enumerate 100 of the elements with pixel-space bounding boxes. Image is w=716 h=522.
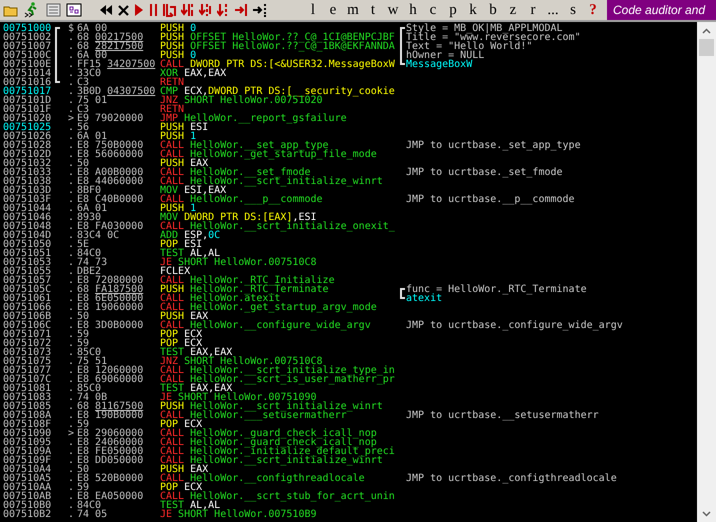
letter-button[interactable]: m [343, 1, 363, 19]
help-button[interactable]: ? [583, 1, 603, 19]
letter-button[interactable]: h [403, 1, 423, 19]
hex-cell-text: 6A 01 [77, 204, 108, 213]
row-marker: . [68, 222, 74, 231]
row-marker: . [68, 465, 74, 474]
row-marker: . [68, 348, 74, 357]
letter-button[interactable]: ... [543, 1, 563, 19]
comment-cell: MessageBoxW [406, 60, 472, 69]
instruction-cell-text: CALL HelloWor._get_startup_file_mode [160, 150, 378, 159]
address-cell-text: 00751020 [2, 114, 52, 123]
close-icon[interactable] [118, 4, 129, 16]
instruction-cell-text: CALL HelloWor.___p__commode [160, 195, 324, 204]
letter-button[interactable]: b [483, 1, 503, 19]
instruction-cell-text: CMP ECX,DWORD PTR DS:[__security_cookie [160, 87, 396, 96]
row-marker: . [68, 231, 74, 240]
letter-button[interactable]: r [523, 1, 543, 19]
row-marker: . [68, 33, 74, 42]
hex-cell-text: E8 C40B0000 [77, 195, 144, 204]
address-cell-text: 007510A5 [2, 474, 52, 483]
letter-button[interactable]: t [363, 1, 383, 19]
row-marker: . [68, 123, 74, 132]
row-marker: . [68, 249, 74, 258]
letter-button[interactable]: c [423, 1, 443, 19]
row-marker: . [68, 420, 74, 429]
instruction-cell-text: ADD ESP,0C [160, 231, 220, 240]
row-marker: . [68, 483, 74, 492]
step-icon[interactable] [217, 4, 230, 16]
address-cell-text: 00751017 [2, 87, 52, 96]
instruction-cell-text: JE SHORT HelloWor.00751090 [160, 393, 317, 402]
instruction-cell-text: CALL HelloWor.atexit [160, 294, 280, 303]
row-marker: . [68, 357, 74, 366]
address-cell-text: 00751026 [2, 132, 52, 141]
step-icon[interactable] [181, 4, 194, 16]
row-marker: . [68, 402, 74, 411]
hex-cell-text: E9 79020000 [77, 114, 144, 123]
address-cell-text: 00751066 [2, 303, 52, 312]
window-icon[interactable] [46, 3, 61, 17]
row-marker: . [68, 159, 74, 168]
instruction-cell-text: CALL HelloWor.__set_app_type [160, 141, 329, 150]
address-cell-text: 00751033 [2, 168, 52, 177]
step-icon[interactable] [235, 4, 248, 16]
grid-icon[interactable] [66, 3, 82, 17]
row-marker: . [68, 60, 74, 69]
letter-button[interactable]: z [503, 1, 523, 19]
row-marker: . [68, 411, 74, 420]
address-cell-text: 0075100C [2, 51, 52, 60]
step-icon[interactable] [199, 4, 212, 16]
letter-button[interactable]: e [323, 1, 343, 19]
arrow-bar-icon[interactable] [253, 4, 267, 16]
scrollbar-thumb[interactable] [699, 39, 714, 56]
play-icon[interactable] [134, 4, 144, 16]
scrollbar[interactable] [697, 22, 716, 522]
instruction-cell-text: JE SHORT HelloWor.007510B9 [160, 510, 318, 519]
scroll-up-icon[interactable] [702, 28, 711, 34]
hex-cell-text: 68 00217500 [77, 33, 144, 42]
hex-cell-text: 3B0D 04307500 [77, 87, 156, 96]
hex-cell-text: 84C0 [77, 249, 102, 258]
letter-button[interactable]: k [463, 1, 483, 19]
comment-cell: Text = "Hello World!" [406, 42, 532, 51]
letter-button[interactable]: l [303, 1, 323, 19]
hex-cell-text: 56 [77, 123, 90, 132]
hex-cell-text: 68 FA187500 [77, 285, 144, 294]
row-marker: . [68, 285, 74, 294]
letter-button[interactable]: p [443, 1, 463, 19]
instruction-cell-text: JE SHORT HelloWor.007510C8 [160, 258, 318, 267]
row-marker: . [68, 150, 74, 159]
hex-cell-text: E8 56060000 [77, 150, 144, 159]
row-marker: . [68, 141, 74, 150]
instruction-cell-text: CALL HelloWor.__scrt_is_user_matherr_pr [160, 375, 396, 384]
hex-cell-text: 74 05 [77, 510, 108, 519]
address-cell-text: 00751090 [2, 429, 52, 438]
comment-cell: JMP to ucrtbase._configthreadlocale [406, 474, 617, 483]
step-icon[interactable] [163, 4, 176, 16]
letter-button[interactable]: w [383, 1, 403, 19]
instruction-cell-text: PUSH ESI [160, 123, 208, 132]
rewind-icon[interactable] [99, 4, 113, 16]
hex-cell-text: 5E [77, 240, 90, 249]
row-marker: . [68, 267, 74, 276]
scroll-down-icon[interactable] [702, 511, 711, 517]
instruction-cell-text: PUSH EAX [160, 159, 208, 168]
hex-cell-text: E8 FA030000 [77, 222, 144, 231]
address-cell-text: 0075108A [2, 411, 52, 420]
folder-icon[interactable] [3, 4, 19, 16]
pause-icon[interactable] [149, 4, 158, 16]
instruction-cell-text: TEST EAX,EAX [160, 384, 232, 393]
hex-cell-text: 59 [77, 483, 90, 492]
row-marker: . [68, 105, 74, 114]
address-cell-text: 0075101D [2, 96, 52, 105]
address-cell-text: 00751073 [2, 348, 52, 357]
hex-cell-text: E8 72080000 [77, 276, 144, 285]
letter-button[interactable]: s [563, 1, 583, 19]
hex-cell-text: DBE2 [77, 267, 102, 276]
row-marker: . [68, 51, 74, 60]
instruction-cell-text: CALL HelloWor.__set_fmode [160, 168, 311, 177]
hex-cell-text: 6A 01 [77, 132, 108, 141]
instruction-cell-text: POP ESI [160, 240, 202, 249]
instruction-cell-text: PUSH HelloWor.__scrt_initialize_winrt [160, 402, 384, 411]
hex-cell-text: FF15 34207500 [77, 60, 156, 69]
instruction-cell-text: POP ECX [160, 420, 202, 429]
